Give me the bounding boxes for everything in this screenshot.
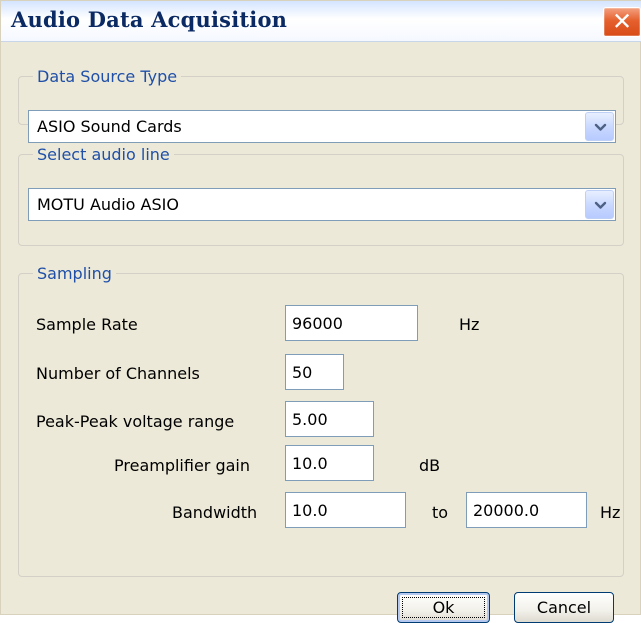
bandwidth-to-input[interactable] bbox=[466, 492, 587, 528]
chevron-down-icon bbox=[594, 123, 607, 131]
audio-line-value: MOTU Audio ASIO bbox=[37, 195, 179, 214]
preamp-gain-input[interactable] bbox=[285, 445, 374, 481]
bandwidth-from-input[interactable] bbox=[285, 492, 406, 528]
audio-line-legend: Select audio line bbox=[33, 144, 174, 166]
ok-button[interactable]: Ok bbox=[397, 592, 490, 623]
preamp-gain-unit: dB bbox=[419, 456, 441, 475]
audio-line-select[interactable]: MOTU Audio ASIO bbox=[28, 188, 616, 221]
close-icon: ✕ bbox=[611, 7, 633, 36]
data-source-select[interactable]: ASIO Sound Cards bbox=[28, 110, 616, 143]
channels-label: Number of Channels bbox=[36, 364, 200, 383]
sampling-legend: Sampling bbox=[33, 263, 116, 285]
chevron-down-icon bbox=[594, 201, 607, 209]
data-source-dropdown-button[interactable] bbox=[585, 112, 614, 141]
channels-input[interactable] bbox=[285, 354, 344, 390]
sample-rate-unit: Hz bbox=[459, 315, 480, 334]
preamp-gain-label: Preamplifier gain bbox=[114, 456, 251, 475]
bandwidth-label: Bandwidth bbox=[172, 503, 258, 522]
sample-rate-label: Sample Rate bbox=[36, 315, 138, 334]
audio-acquisition-dialog: Audio Data Acquisition ✕ Data Source Typ… bbox=[0, 0, 641, 623]
window-title: Audio Data Acquisition bbox=[11, 7, 288, 32]
data-source-legend: Data Source Type bbox=[33, 66, 182, 88]
cancel-button[interactable]: Cancel bbox=[514, 592, 614, 623]
data-source-group: Data Source Type ASIO Sound Cards bbox=[18, 66, 624, 143]
sampling-group: Sampling Sample Rate Hz Number of Channe… bbox=[18, 263, 624, 577]
voltage-range-input[interactable] bbox=[285, 401, 374, 437]
data-source-value: ASIO Sound Cards bbox=[37, 117, 182, 136]
title-bar[interactable]: Audio Data Acquisition ✕ bbox=[1, 1, 641, 42]
audio-line-dropdown-button[interactable] bbox=[585, 190, 614, 219]
sample-rate-input[interactable] bbox=[285, 305, 418, 341]
bandwidth-unit: Hz bbox=[600, 503, 621, 522]
bandwidth-to-label: to bbox=[432, 503, 449, 522]
close-button[interactable]: ✕ bbox=[603, 7, 641, 37]
voltage-range-label: Peak-Peak voltage range bbox=[36, 412, 235, 431]
audio-line-group: Select audio line MOTU Audio ASIO bbox=[18, 144, 624, 246]
